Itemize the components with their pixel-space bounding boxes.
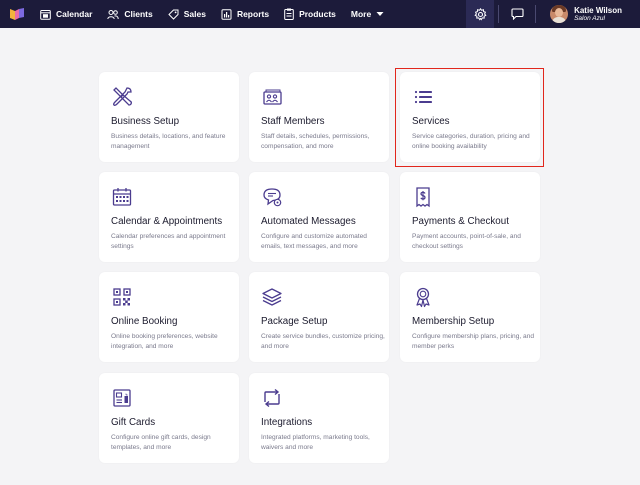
- card-title: Integrations: [261, 417, 313, 428]
- card-payments-checkout[interactable]: Payments & Checkout Payment accounts, po…: [400, 172, 540, 262]
- reports-icon: [221, 8, 232, 20]
- layers-icon: [262, 288, 282, 306]
- user-menu[interactable]: Katie Wilson Salon Azul: [550, 5, 622, 23]
- award-icon: [416, 287, 430, 308]
- nav-reports[interactable]: Reports: [221, 0, 269, 28]
- calendar-grid-icon: [112, 188, 132, 206]
- card-gift-cards[interactable]: Gift Cards Configure online gift cards, …: [99, 373, 239, 463]
- card-online-booking[interactable]: Online Booking Online booking preference…: [99, 272, 239, 362]
- card-description: Create service bundles, customize pricin…: [261, 333, 385, 350]
- calendar-icon: [40, 9, 51, 20]
- card-description: Configure and customize automated emails…: [261, 233, 367, 250]
- nav-sales-label: Sales: [183, 9, 206, 19]
- card-description: Staff details, schedules, permissions, c…: [261, 133, 370, 150]
- qr-code-icon: [113, 288, 131, 306]
- card-description: Configure membership plans, pricing, and…: [412, 333, 535, 350]
- card-integrations[interactable]: Integrations Integrated platforms, marke…: [249, 373, 389, 463]
- divider: [535, 5, 537, 23]
- clipboard-icon: [284, 8, 294, 20]
- nav-products-label: Products: [299, 9, 336, 19]
- nav-calendar-label: Calendar: [56, 9, 93, 19]
- card-package-setup[interactable]: Package Setup Create service bundles, cu…: [249, 272, 389, 362]
- card-description: Calendar preferences and appointment set…: [111, 233, 226, 250]
- card-membership-setup[interactable]: Membership Setup Configure membership pl…: [400, 272, 540, 362]
- card-title: Online Booking: [111, 316, 178, 327]
- messages-button[interactable]: [503, 0, 531, 28]
- gear-icon: [473, 7, 487, 21]
- card-title: Membership Setup: [412, 316, 495, 327]
- card-description: Configure online gift cards, design temp…: [111, 434, 211, 451]
- card-title: Gift Cards: [111, 417, 156, 428]
- services-highlight-box: [395, 68, 544, 167]
- tag-icon: [168, 9, 179, 20]
- chat-bubble-icon: [511, 8, 524, 20]
- integrations-icon: [264, 388, 280, 408]
- app-logo-icon[interactable]: [10, 8, 24, 20]
- card-title: Payments & Checkout: [412, 216, 509, 227]
- card-calendar-appointments[interactable]: Calendar & Appointments Calendar prefere…: [99, 172, 239, 262]
- card-staff-members[interactable]: Staff Members Staff details, schedules, …: [249, 72, 389, 162]
- nav-more-label: More: [350, 9, 372, 19]
- salon-name: Salon Azul: [574, 14, 605, 22]
- nav-reports-label: Reports: [236, 9, 270, 19]
- card-business-setup[interactable]: Business Setup Business details, locatio…: [99, 72, 239, 162]
- card-description: Integrated platforms, marketing tools, w…: [261, 434, 370, 451]
- chevron-down-icon: [376, 12, 384, 16]
- top-navigation-bar: Calendar Clients Sales Reports Products …: [0, 0, 640, 28]
- card-automated-messages[interactable]: Automated Messages Configure and customi…: [249, 172, 389, 262]
- nav-clients-label: Clients: [124, 9, 153, 19]
- avatar: [550, 5, 569, 23]
- divider: [498, 5, 500, 23]
- gift-card-icon: [113, 389, 131, 407]
- dollar-receipt-icon: [416, 187, 430, 208]
- user-name: Katie Wilson: [574, 5, 622, 15]
- card-title: Calendar & Appointments: [111, 216, 223, 227]
- card-title: Business Setup: [111, 116, 180, 127]
- card-description: Payment accounts, point-of-sale, and che…: [412, 233, 521, 250]
- nav-sales[interactable]: Sales: [168, 0, 206, 28]
- nav-more[interactable]: More: [351, 0, 384, 28]
- tools-icon: [113, 87, 132, 106]
- card-title: Automated Messages: [261, 216, 356, 227]
- card-description: Business details, locations, and feature…: [111, 133, 226, 150]
- nav-calendar[interactable]: Calendar: [40, 0, 92, 28]
- card-title: Package Setup: [261, 316, 328, 327]
- clients-icon: [107, 9, 120, 19]
- staff-icon: [263, 89, 282, 105]
- card-title: Staff Members: [261, 116, 325, 127]
- settings-button[interactable]: [466, 0, 495, 28]
- message-gear-icon: [263, 188, 282, 207]
- nav-products[interactable]: Products: [284, 0, 336, 28]
- card-description: Online booking preferences, website inte…: [111, 333, 218, 350]
- nav-clients[interactable]: Clients: [107, 0, 153, 28]
